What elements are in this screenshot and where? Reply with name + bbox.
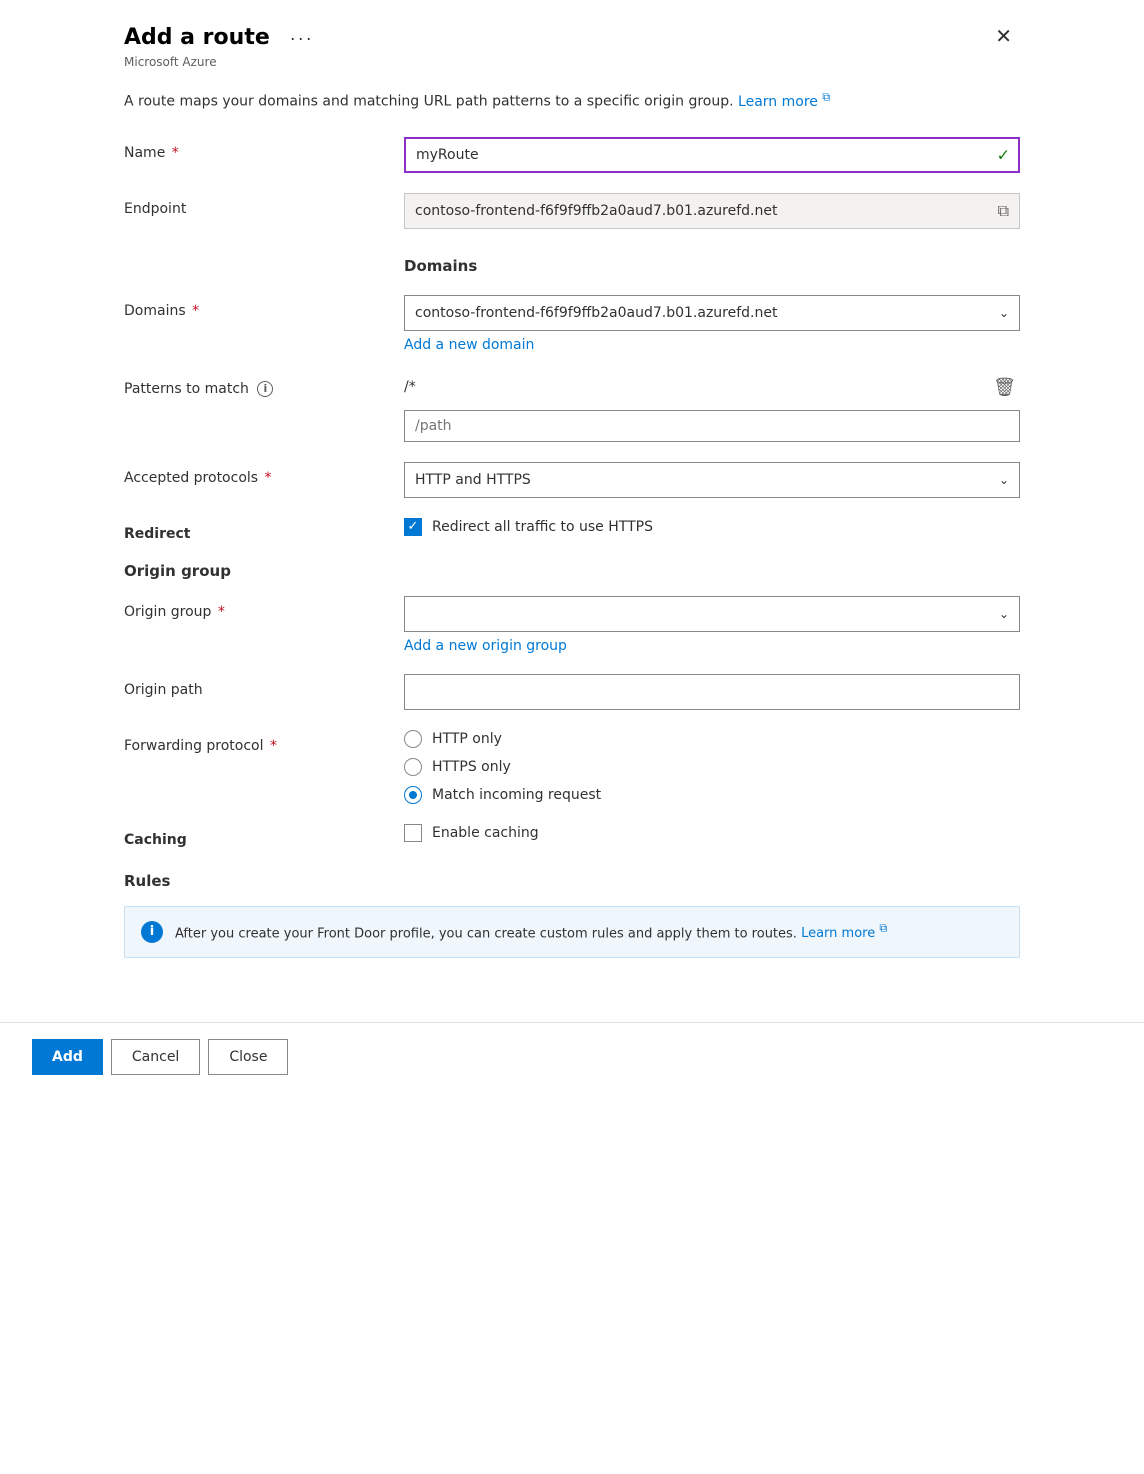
caching-option-label: Enable caching [432,825,539,841]
endpoint-label: Endpoint [124,193,404,217]
pattern-existing-item: /* 🗑 [404,373,1020,402]
external-link-icon: ⧉ [822,90,830,103]
rules-learn-more-link[interactable]: Learn more ⧉ [801,926,887,941]
forwarding-match-radio[interactable] [404,786,422,804]
redirect-label: Redirect all traffic to use HTTPS [432,519,653,535]
name-label: Name * [124,137,404,161]
copy-icon[interactable]: ⧉ [998,201,1009,221]
forwarding-https-label: HTTPS only [432,759,511,775]
checkbox-check-icon: ✓ [408,520,419,533]
caching-checkbox-row[interactable]: Enable caching [404,824,1020,842]
valid-check-icon: ✓ [997,145,1010,164]
forwarding-https-option[interactable]: HTTPS only [404,758,1020,776]
endpoint-readonly: contoso-frontend-f6f9f9ffb2a0aud7.b01.az… [404,193,1020,229]
domains-section-title: Domains [404,257,1020,275]
redirect-checkbox[interactable]: ✓ [404,518,422,536]
caching-label: Caching [124,824,404,848]
origin-group-label: Origin group * [124,596,404,620]
more-options-button[interactable]: ··· [282,24,322,53]
delete-pattern-icon[interactable]: 🗑 [989,373,1020,402]
forwarding-http-label: HTTP only [432,731,502,747]
domains-dropdown[interactable]: contoso-frontend-f6f9f9ffb2a0aud7.b01.az… [404,295,1020,331]
origin-group-dropdown[interactable]: ⌄ [404,596,1020,632]
redirect-section-title: Redirect [124,518,404,542]
add-origin-group-link[interactable]: Add a new origin group [404,638,567,654]
redirect-checkbox-row[interactable]: ✓ Redirect all traffic to use HTTPS [404,518,1020,536]
patterns-label: Patterns to match i [124,373,404,397]
description-text: A route maps your domains and matching U… [124,89,1020,113]
domains-label: Domains * [124,295,404,319]
external-link-icon: ⧉ [879,922,887,935]
required-indicator: * [167,145,178,161]
forwarding-match-option[interactable]: Match incoming request [404,786,1020,804]
chevron-down-icon: ⌄ [999,473,1009,487]
pattern-input[interactable] [404,410,1020,442]
rules-section-title: Rules [124,872,1020,890]
panel-title: Add a route [124,25,270,51]
chevron-down-icon: ⌄ [999,306,1009,320]
info-tooltip-icon[interactable]: i [257,381,273,397]
chevron-down-icon: ⌄ [999,607,1009,621]
close-button[interactable]: Close [208,1039,288,1075]
forwarding-http-option[interactable]: HTTP only [404,730,1020,748]
pattern-value: /* [404,373,989,401]
accepted-protocols-dropdown[interactable]: HTTP and HTTPS ⌄ [404,462,1020,498]
close-icon-button[interactable]: ✕ [987,20,1020,53]
add-domain-link[interactable]: Add a new domain [404,337,534,353]
origin-group-section-title: Origin group [124,562,1020,580]
forwarding-http-radio[interactable] [404,730,422,748]
panel-subtitle: Microsoft Azure [124,55,322,69]
add-button[interactable]: Add [32,1039,103,1075]
radio-selected-dot [409,791,417,799]
info-box: i After you create your Front Door profi… [124,906,1020,959]
footer: Add Cancel Close [0,1022,1144,1091]
info-icon: i [141,921,163,943]
origin-path-input[interactable] [404,674,1020,710]
learn-more-link[interactable]: Learn more ⧉ [738,94,830,110]
info-box-text: After you create your Front Door profile… [175,921,887,944]
forwarding-protocol-group: HTTP only HTTPS only Match incoming requ… [404,730,1020,804]
origin-path-label: Origin path [124,674,404,698]
caching-checkbox[interactable] [404,824,422,842]
cancel-button[interactable]: Cancel [111,1039,200,1075]
accepted-protocols-label: Accepted protocols * [124,462,404,486]
forwarding-match-label: Match incoming request [432,787,601,803]
forwarding-https-radio[interactable] [404,758,422,776]
forwarding-protocol-label: Forwarding protocol * [124,730,404,754]
name-input[interactable] [404,137,1020,173]
